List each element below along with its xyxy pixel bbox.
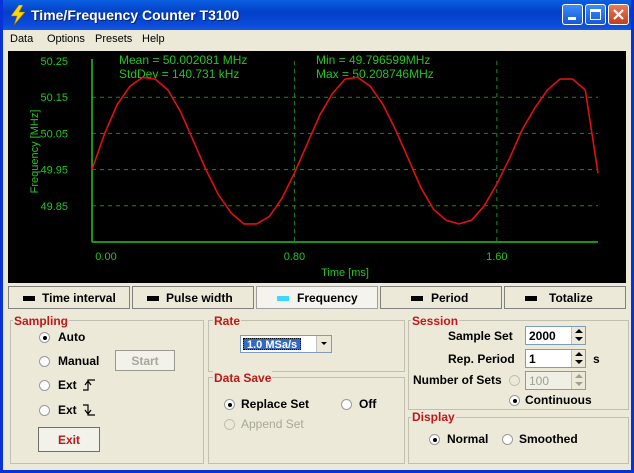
x-tick-label: 0.80 <box>284 251 305 263</box>
tab-label: Pulse width <box>166 291 233 305</box>
menu-data[interactable]: Data <box>10 33 33 45</box>
rising-edge-icon <box>83 379 95 391</box>
normal-label: Normal <box>447 432 489 446</box>
tab-label: Time interval <box>42 291 116 305</box>
minimize-button[interactable] <box>562 4 583 25</box>
number-of-sets-value: 100 <box>529 374 550 388</box>
append-set-label: Append Set <box>241 417 304 431</box>
exit-button[interactable]: Exit <box>38 427 100 452</box>
off-radio[interactable] <box>341 399 352 410</box>
sampling-auto-radio[interactable] <box>39 332 50 343</box>
sampling-manual-label: Manual <box>58 354 100 368</box>
rep-period-spin[interactable] <box>571 350 585 367</box>
sampling-ext-falling-label: Ext <box>58 403 77 417</box>
menu-options[interactable]: Options <box>47 33 85 45</box>
y-tick-label: 49.85 <box>40 201 68 213</box>
stat-mean: Mean = 50.002081 MHz <box>119 53 247 67</box>
rate-value: 1.0 MSa/s <box>243 338 302 351</box>
sample-set-label: Sample Set <box>448 329 513 343</box>
rate-select[interactable]: 1.0 MSa/s <box>240 335 332 353</box>
rep-period-label: Rep. Period <box>448 352 515 366</box>
display-title: Display <box>411 410 456 424</box>
tab-totalize[interactable]: Totalize <box>504 286 626 309</box>
sampling-title: Sampling <box>13 314 70 328</box>
frequency-plot: 50.25 50.15 50.05 49.95 49.85 0.00 0.80 1.60 Fre… <box>8 51 626 283</box>
tab-label: Period <box>431 291 469 305</box>
data-save-group <box>208 377 405 464</box>
rep-period-stepper[interactable]: 1 <box>525 349 586 368</box>
data-save-title: Data Save <box>213 371 273 385</box>
y-tick-label: 50.25 <box>40 56 68 68</box>
menu-presets[interactable]: Presets <box>95 33 132 45</box>
tab-indicator <box>525 296 537 301</box>
tab-frequency[interactable]: Frequency <box>256 286 378 309</box>
maximize-button[interactable] <box>585 4 606 25</box>
y-tick-label: 50.15 <box>40 92 68 104</box>
app-window: Time/Frequency Counter T3100 Data Option… <box>0 0 634 473</box>
lightning-icon <box>10 5 26 25</box>
number-of-sets-stepper[interactable]: 100 <box>525 371 586 390</box>
sample-set-spin[interactable] <box>571 327 585 344</box>
tab-pulse-width[interactable]: Pulse width <box>132 286 254 309</box>
x-tick-label: 1.60 <box>486 251 507 263</box>
smoothed-radio[interactable] <box>502 434 513 445</box>
sampling-auto-label: Auto <box>58 330 86 344</box>
append-set-radio[interactable] <box>224 419 235 430</box>
frequency-series-line <box>91 76 599 225</box>
replace-set-label: Replace Set <box>241 397 310 411</box>
close-button[interactable] <box>608 4 629 25</box>
tab-indicator <box>411 296 423 301</box>
tab-indicator <box>147 296 159 301</box>
tab-time-interval[interactable]: Time interval <box>8 286 130 309</box>
close-icon <box>613 9 624 20</box>
stat-stddev: StdDev = 140.731 kHz <box>119 67 239 81</box>
chevron-down-icon <box>321 342 327 345</box>
x-axis-label: Time [ms] <box>321 267 369 279</box>
session-title: Session <box>411 314 460 328</box>
tab-label: Totalize <box>549 291 593 305</box>
y-axis-label: Frequency [MHz] <box>29 110 41 194</box>
sample-set-stepper[interactable]: 2000 <box>525 326 586 345</box>
maximize-icon <box>590 9 601 20</box>
number-of-sets-label: Number of Sets <box>413 373 502 387</box>
rep-period-value: 1 <box>529 352 536 366</box>
off-label: Off <box>359 397 377 411</box>
menu-bar: Data Options Presets Help <box>3 30 631 50</box>
sample-set-value: 2000 <box>529 329 556 343</box>
sampling-ext-falling-radio[interactable] <box>39 405 50 416</box>
rate-title: Rate <box>213 314 242 328</box>
stat-max: Max = 50.208746MHz <box>316 67 434 81</box>
title-bar[interactable]: Time/Frequency Counter T3100 <box>3 0 631 30</box>
number-of-sets-radio[interactable] <box>509 375 520 386</box>
replace-set-radio[interactable] <box>224 399 235 410</box>
chart-svg: 50.25 50.15 50.05 49.95 49.85 0.00 0.80 1.60 Fre… <box>29 53 599 279</box>
window-title: Time/Frequency Counter T3100 <box>31 7 240 23</box>
stat-min: Min = 49.796599MHz <box>316 53 430 67</box>
sampling-ext-rising-radio[interactable] <box>39 380 50 391</box>
start-button[interactable]: Start <box>115 350 175 371</box>
tab-indicator <box>277 296 289 301</box>
smoothed-label: Smoothed <box>519 432 578 446</box>
measurement-tabs: Time interval Pulse width Frequency Peri… <box>8 286 626 310</box>
x-tick-label: 0.00 <box>95 251 116 263</box>
menu-help[interactable]: Help <box>142 33 165 45</box>
sampling-manual-radio[interactable] <box>39 356 50 367</box>
y-tick-label: 50.05 <box>40 128 68 140</box>
rate-dropdown-button[interactable] <box>316 336 331 352</box>
normal-radio[interactable] <box>429 434 440 445</box>
y-tick-label: 49.95 <box>40 165 68 177</box>
tab-period[interactable]: Period <box>380 286 502 309</box>
sampling-ext-rising-label: Ext <box>58 378 77 392</box>
number-of-sets-spin[interactable] <box>571 372 585 389</box>
minimize-icon <box>568 17 576 20</box>
tab-indicator <box>23 296 35 301</box>
continuous-label: Continuous <box>525 393 592 407</box>
falling-edge-icon <box>83 404 95 416</box>
continuous-radio[interactable] <box>509 395 520 406</box>
tab-label: Frequency <box>297 291 358 305</box>
rep-period-unit: s <box>593 352 600 366</box>
